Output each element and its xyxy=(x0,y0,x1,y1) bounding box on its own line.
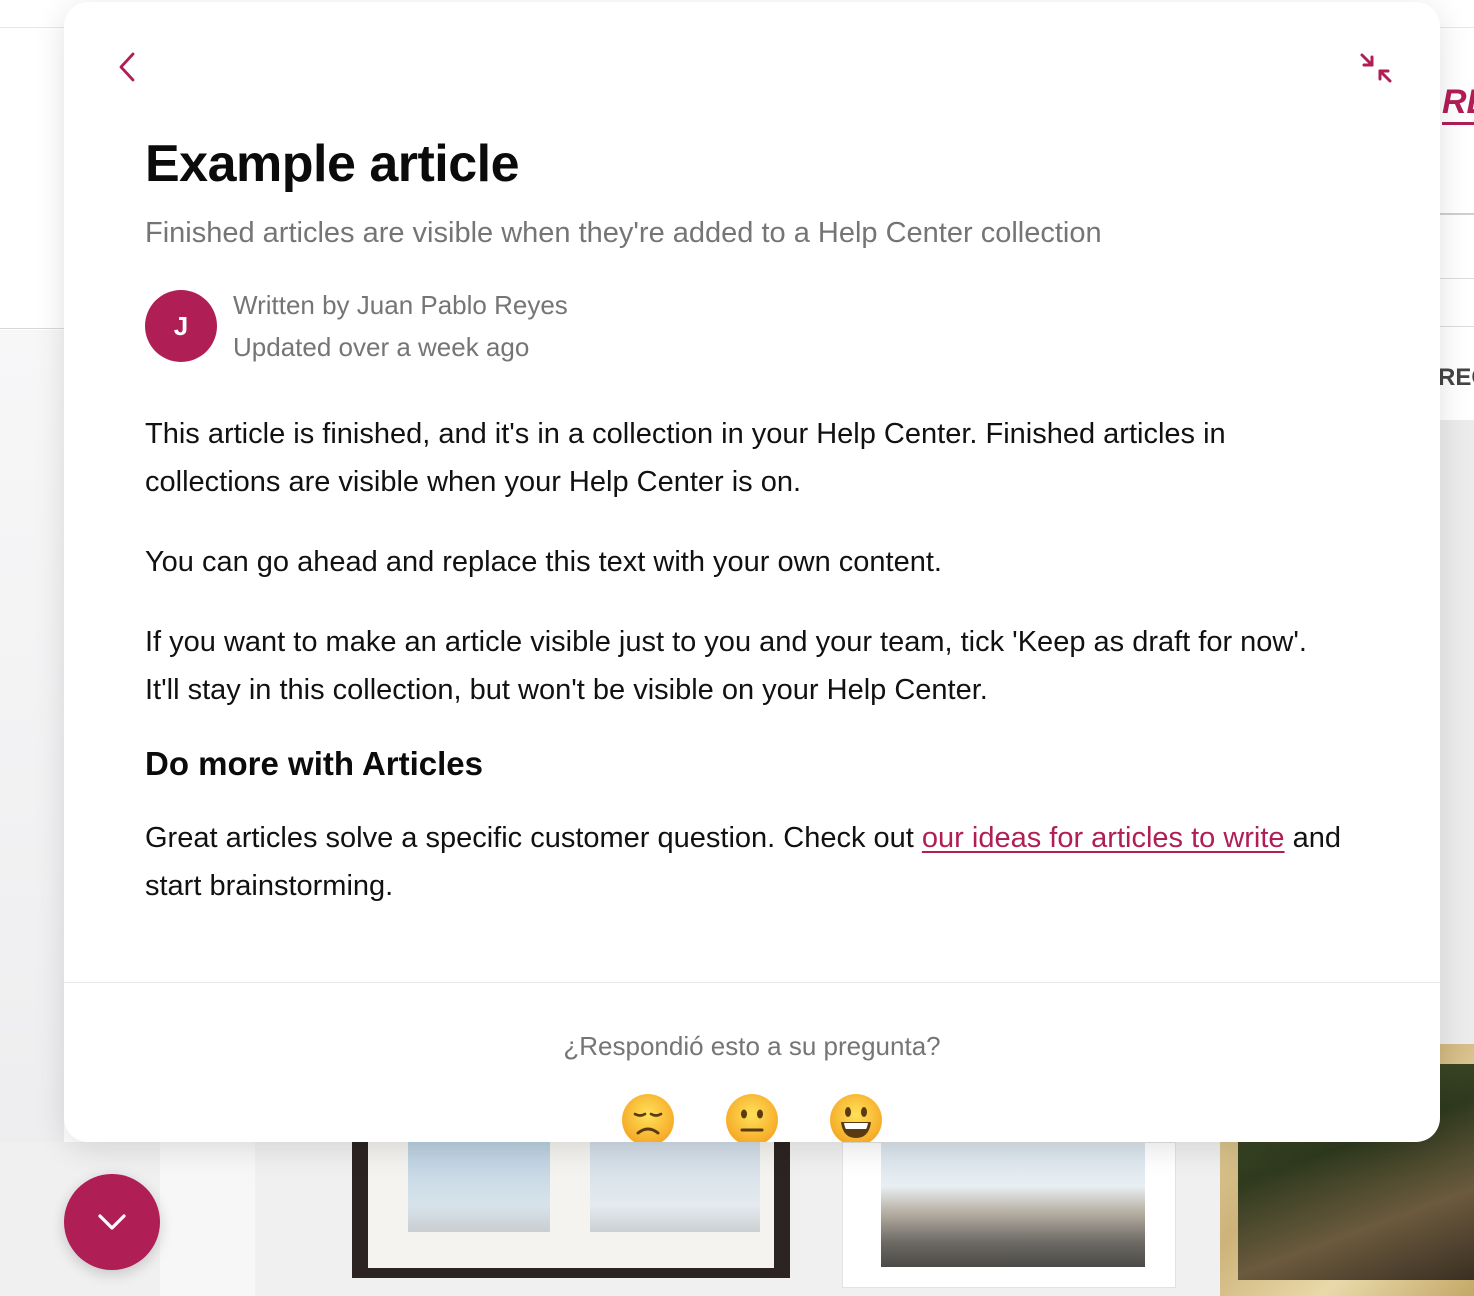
collapse-button[interactable] xyxy=(1356,50,1396,86)
article-body: This article is finished, and it's in a … xyxy=(145,410,1345,910)
background-divider xyxy=(1440,213,1474,215)
photo-rocky-beach xyxy=(881,1143,1145,1267)
help-article-panel: Example article Finished articles are vi… xyxy=(64,2,1440,1142)
back-button[interactable] xyxy=(112,50,142,84)
article-updated: Updated over a week ago xyxy=(233,332,530,362)
article-paragraph: This article is finished, and it's in a … xyxy=(145,418,1226,498)
background-product-tile xyxy=(160,1142,255,1296)
background-divider xyxy=(0,328,70,329)
author-avatar: J xyxy=(145,290,217,362)
background-heading-fragment: RE xyxy=(1442,82,1474,125)
article-subtitle: Finished articles are visible when they'… xyxy=(145,217,1102,249)
framed-photo-white xyxy=(842,1142,1176,1288)
article-ideas-link[interactable]: our ideas for articles to write xyxy=(922,822,1285,854)
article-content: Example article Finished articles are vi… xyxy=(145,132,1345,942)
author-meta: Written by Juan Pablo Reyes Updated over… xyxy=(233,284,568,368)
author-name: Written by Juan Pablo Reyes xyxy=(233,290,568,320)
background-label-fragment: REG xyxy=(1438,364,1474,391)
feedback-reactions xyxy=(620,1092,884,1142)
background-divider xyxy=(1440,326,1474,327)
feedback-divider xyxy=(64,982,1440,983)
photo-sky-flag xyxy=(408,1142,550,1232)
article-paragraph: If you want to make an article visible j… xyxy=(145,626,1307,706)
article-title: Example article xyxy=(145,135,520,193)
background-divider xyxy=(1440,278,1474,279)
article-paragraph: Great articles solve a specific customer… xyxy=(145,814,1345,910)
disappointed-face-icon[interactable] xyxy=(620,1092,676,1142)
article-subheading: Do more with Articles xyxy=(145,745,484,782)
neutral-face-icon[interactable] xyxy=(724,1092,780,1142)
paragraph-text: Great articles solve a specific customer… xyxy=(145,822,922,854)
article-paragraph: You can go ahead and replace this text w… xyxy=(145,546,942,578)
collapse-arrows-icon xyxy=(1360,53,1392,83)
chevron-down-icon xyxy=(98,1214,126,1230)
smiling-face-icon[interactable] xyxy=(828,1092,884,1142)
chevron-left-icon xyxy=(119,52,135,82)
framed-photo-dark xyxy=(352,1142,790,1278)
messenger-launcher-button[interactable] xyxy=(64,1174,160,1270)
feedback-question: ¿Respondió esto a su pregunta? xyxy=(563,1031,941,1061)
photo-sky-coast xyxy=(590,1142,760,1232)
article-author: J Written by Juan Pablo Reyes Updated ov… xyxy=(145,284,1345,368)
